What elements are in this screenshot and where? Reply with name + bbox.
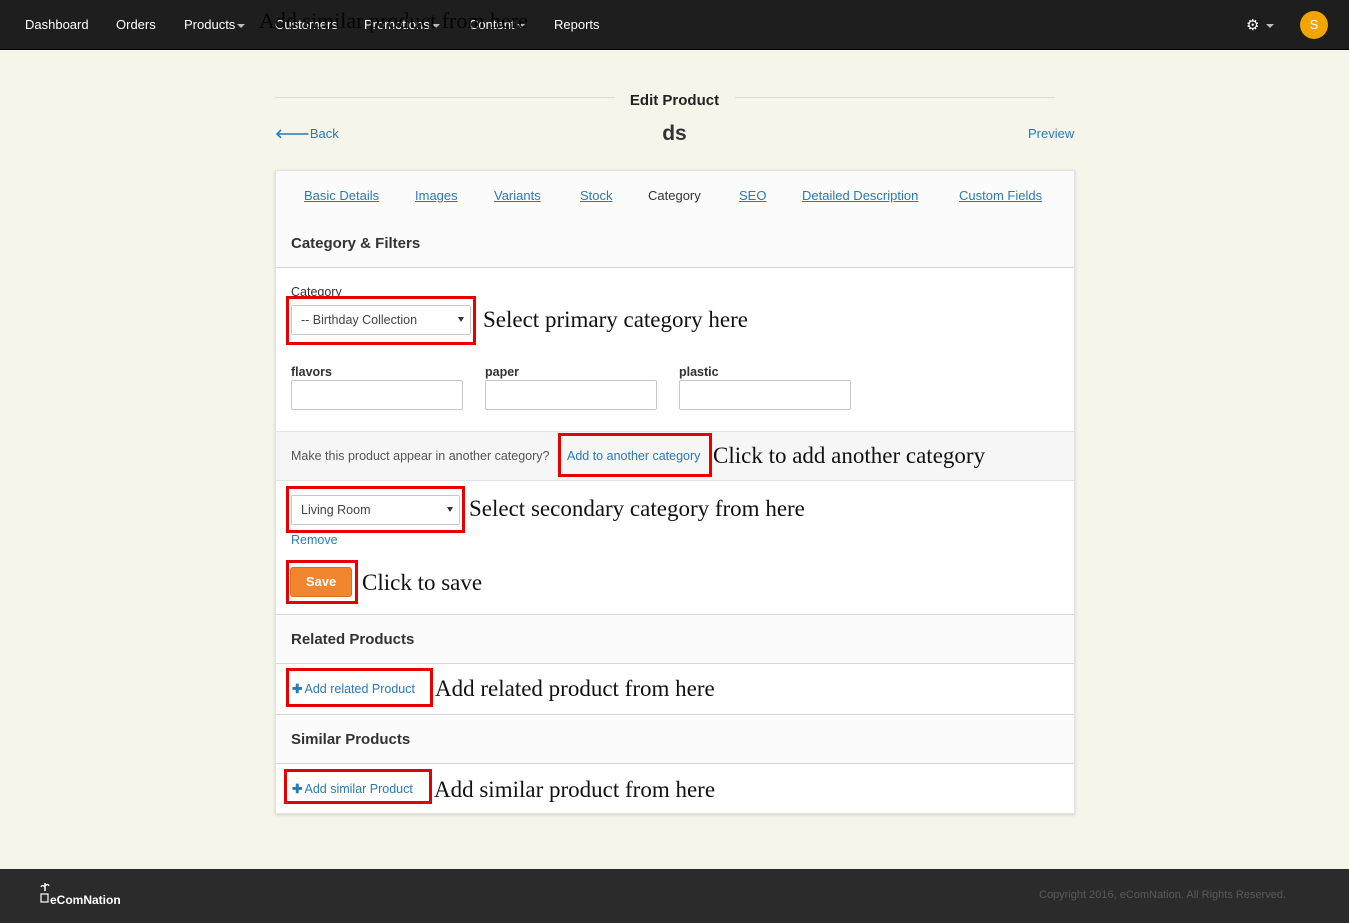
tab-bar: Basic Details Images Variants Stock Cate… [276, 171, 1074, 219]
callout-primary: Select primary category here [483, 307, 749, 332]
chevron-down-icon [431, 23, 440, 28]
nav-dashboard[interactable]: Dashboard [25, 17, 89, 32]
product-name: ds [662, 122, 687, 145]
chevron-down-icon [1265, 24, 1274, 29]
gear-icon: ⚙ [1246, 17, 1260, 34]
callout-another: Click to add another category [713, 443, 986, 468]
footer-logo-text: eComNation [50, 893, 121, 907]
filter-label-plastic: plastic [679, 365, 719, 379]
category-section-header: Category & Filters [276, 219, 1074, 268]
nav-promotions[interactable]: Promotions [364, 17, 440, 32]
nav-content-label: Content [469, 17, 515, 32]
annotation-box-primary-category [286, 296, 476, 345]
avatar[interactable]: S [1300, 11, 1328, 39]
callout-save: Click to save [362, 570, 483, 595]
related-section-title: Related Products [291, 631, 415, 648]
another-category-prompt: Make this product appear in another cate… [291, 449, 550, 463]
back-label: Back [309, 126, 339, 141]
tab-variants[interactable]: Variants [494, 188, 541, 203]
callout-similar: Add similar product from here [434, 777, 716, 802]
nav-promotions-label: Promotions [364, 17, 430, 32]
filter-input-plastic[interactable] [679, 380, 851, 410]
filter-label-paper: paper [485, 365, 520, 379]
tab-basic-details[interactable]: Basic Details [304, 188, 379, 203]
page-title: Edit Product [629, 92, 720, 109]
settings-menu[interactable]: ⚙ [1246, 16, 1276, 34]
annotation-box-save [286, 560, 358, 604]
copyright-text: Copyright 2016, eComNation. All Rights R… [1039, 889, 1287, 901]
tab-custom-fields[interactable]: Custom Fields [959, 188, 1042, 203]
chevron-down-icon [516, 23, 525, 28]
annotation-box-related [286, 668, 433, 707]
nav-products-label: Products [184, 17, 236, 32]
top-navbar: Dashboard Orders Products Customers Prom… [0, 0, 1349, 50]
tab-seo[interactable]: SEO [739, 188, 766, 203]
callout-related: Add related product from here [435, 676, 715, 701]
nav-orders[interactable]: Orders [116, 17, 156, 32]
nav-customers[interactable]: Customers [275, 17, 338, 32]
remove-category-link[interactable]: Remove [291, 533, 338, 547]
filter-input-flavors[interactable] [291, 380, 463, 410]
chevron-down-icon [237, 23, 246, 28]
section-title: Category & Filters [291, 235, 421, 252]
arrow-left-icon: 🡐 [275, 126, 310, 141]
annotation-box-add-another [558, 433, 712, 477]
nav-products[interactable]: Products [184, 17, 246, 32]
related-section-header: Related Products [276, 615, 1074, 664]
filter-input-paper[interactable] [485, 380, 657, 410]
nav-reports[interactable]: Reports [554, 17, 600, 32]
annotation-box-similar [284, 769, 432, 804]
preview-link[interactable]: Preview [1028, 126, 1074, 141]
filter-label-flavors: flavors [291, 365, 332, 379]
similar-section-title: Similar Products [291, 731, 411, 748]
tab-stock[interactable]: Stock [580, 188, 613, 203]
tab-images[interactable]: Images [415, 188, 458, 203]
similar-section-header: Similar Products [276, 715, 1074, 764]
callout-secondary: Select secondary category from here [469, 496, 805, 521]
footer: eComNation Copyright 2016, eComNation. A… [0, 869, 1349, 923]
tab-detailed-description[interactable]: Detailed Description [802, 188, 918, 203]
logo-icon [40, 883, 50, 903]
annotation-box-secondary-category [286, 486, 465, 533]
nav-content[interactable]: Content [469, 17, 525, 32]
tab-category[interactable]: Category [648, 188, 701, 203]
back-link[interactable]: 🡐Back [275, 126, 339, 142]
